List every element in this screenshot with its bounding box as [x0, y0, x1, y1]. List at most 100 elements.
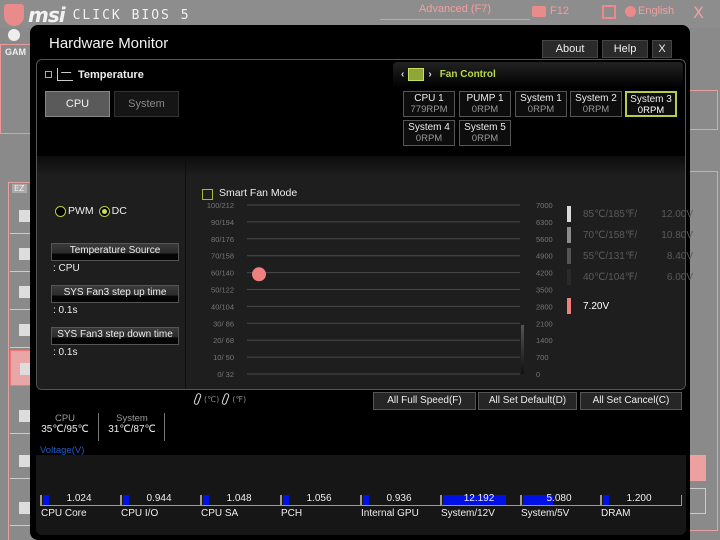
game-boost-panel[interactable] [0, 44, 34, 134]
fan-button-system4[interactable]: System 4 0RPM [403, 120, 455, 146]
fahrenheit-unit: (℉) [232, 394, 247, 404]
pwm-label: PWM [68, 205, 94, 217]
fan-control-icon [408, 68, 425, 81]
level-row[interactable]: 55℃/131℉/ 8.40V [567, 248, 693, 264]
voltage-item: 5.080 System/5V [520, 487, 600, 523]
current-voltage-bar [567, 298, 571, 314]
divider [98, 413, 99, 441]
fan-curve-svg[interactable]: 100/212 700090/194 630080/176 560070/158 490… [187, 200, 567, 390]
thermometer-celsius-icon[interactable] [193, 392, 202, 406]
fan-button-system1[interactable]: System 1 0RPM [515, 91, 567, 117]
rpm-level-bar [521, 324, 524, 374]
level-row[interactable]: 40℃/104℉/ 6.00V [567, 269, 693, 285]
dc-radio[interactable] [98, 205, 110, 217]
fan-name: PUMP 1 [466, 93, 504, 104]
dc-label: DC [111, 205, 127, 217]
current-voltage-value: 7.20V [583, 300, 610, 312]
level-bar [567, 248, 571, 264]
fan-control-label: Fan Control [439, 69, 496, 80]
current-voltage-row: 7.20V [567, 298, 609, 314]
fan-button-system5[interactable]: System 5 0RPM [459, 120, 511, 146]
right-panel-button-2[interactable] [688, 488, 706, 514]
fan-rpm: 0RPM [471, 133, 499, 144]
level-voltage: 8.40V [666, 250, 693, 262]
fan-button-cpu1[interactable]: CPU 1 779RPM [403, 91, 455, 117]
bios-close-button[interactable]: X [693, 3, 704, 22]
screenshot-button[interactable]: F12 [532, 5, 569, 17]
fan-button-system3[interactable]: System 3 0RPM [625, 91, 677, 117]
fan-rpm: 0RPM [582, 104, 610, 115]
fan-rpm: 779RPM [410, 104, 448, 115]
y-left-tick-label: 50/122 [211, 286, 234, 295]
level-row[interactable]: 70℃/158℉/ 10.80V [567, 227, 693, 243]
temp-name: System [116, 413, 148, 424]
level-row[interactable]: 85℃/185℉/ 12.00V [567, 206, 693, 222]
y-right-tick-label: 4900 [536, 252, 553, 261]
msi-dragon-icon [4, 4, 24, 26]
right-panel-box [688, 90, 718, 130]
fan-rpm: 0RPM [637, 105, 665, 116]
ez-label: EZ [12, 184, 27, 193]
collapse-icon[interactable] [45, 71, 52, 78]
temperature-source-button[interactable]: Temperature Source [51, 243, 179, 261]
help-button[interactable]: Help [602, 40, 648, 58]
step-up-time-button[interactable]: SYS Fan3 step up time [51, 285, 179, 303]
all-set-cancel-button[interactable]: All Set Cancel(C) [580, 392, 682, 410]
screenshot-key-label: F12 [550, 5, 569, 17]
y-left-tick-label: 10/ 50 [213, 353, 234, 362]
all-set-default-button[interactable]: All Set Default(D) [478, 392, 577, 410]
language-button[interactable]: English [625, 5, 674, 17]
voltage-value: 5.080 [546, 493, 572, 504]
level-bar [567, 206, 571, 222]
divider [164, 413, 165, 441]
fan-button-system2[interactable]: System 2 0RPM [570, 91, 622, 117]
level-voltage: 6.00V [666, 271, 693, 283]
temp-value: 35℃/95℃ [41, 424, 89, 435]
hardware-monitor-dialog: Hardware Monitor About Help X Temperatur… [30, 25, 693, 540]
clock-icon [8, 29, 20, 41]
fan-rpm: 0RPM [415, 133, 443, 144]
y-left-tick-label: 20/ 68 [213, 336, 234, 345]
level-voltage: 10.80V [661, 229, 693, 241]
voltage-value: 1.024 [66, 493, 92, 504]
step-down-time-button[interactable]: SYS Fan3 step down time [51, 327, 179, 345]
fan-mode-radio-group: PWM DC [55, 205, 127, 217]
dialog-close-button[interactable]: X [652, 40, 672, 58]
prev-arrow-icon[interactable]: ‹ [401, 69, 404, 80]
y-right-tick-label: 0 [536, 370, 540, 379]
advanced-mode-button[interactable]: Advanced (F7) [385, 3, 525, 15]
thermometer-fahrenheit-icon[interactable] [221, 392, 231, 406]
tab-system[interactable]: System [114, 91, 179, 117]
brand-text: msi [28, 3, 66, 27]
temp-value: 31℃/87℃ [108, 424, 156, 435]
fan-button-pump1[interactable]: PUMP 1 0RPM [459, 91, 511, 117]
level-temp: 70℃/158℉/ [583, 229, 638, 241]
smart-fan-checkbox[interactable] [202, 189, 213, 200]
voltage-item: 0.944 CPU I/O [120, 487, 200, 523]
y-right-tick-label: 4200 [536, 269, 553, 278]
y-right-tick-label: 7000 [536, 201, 553, 210]
fan-curve-chart[interactable]: 100/212 7000 90/194 6300 80/176 5600 70/158 490… [187, 200, 567, 390]
fan-rpm: 0RPM [527, 104, 555, 115]
temperature-unit-legend: (℃) (℉) [193, 392, 247, 406]
search-icon[interactable] [602, 5, 616, 19]
voltage-label: System/12V [441, 508, 495, 519]
voltage-value: 12.192 [463, 493, 495, 504]
step-up-time-value: : 0.1s [53, 305, 78, 316]
pwm-radio[interactable] [55, 205, 66, 217]
all-full-speed-button[interactable]: All Full Speed(F) [373, 392, 476, 410]
voltage-item: 1.048 CPU SA [200, 487, 280, 523]
about-button[interactable]: About [542, 40, 598, 58]
tab-cpu[interactable]: CPU [45, 91, 110, 117]
fan-name: System 5 [464, 122, 506, 133]
right-panel-button[interactable] [688, 455, 706, 481]
voltage-label: CPU I/O [121, 508, 159, 519]
level-temp: 40℃/104℉/ [583, 271, 638, 283]
voltage-item: 12.192 System/12V [440, 487, 520, 523]
next-arrow-icon[interactable]: › [428, 69, 431, 80]
game-boost-label: GAM [5, 47, 26, 57]
y-left-tick-label: 0/ 32 [217, 370, 234, 379]
fan-name: System 1 [520, 93, 562, 104]
current-temperature-marker[interactable] [252, 267, 266, 282]
voltage-label: DRAM [601, 508, 631, 519]
